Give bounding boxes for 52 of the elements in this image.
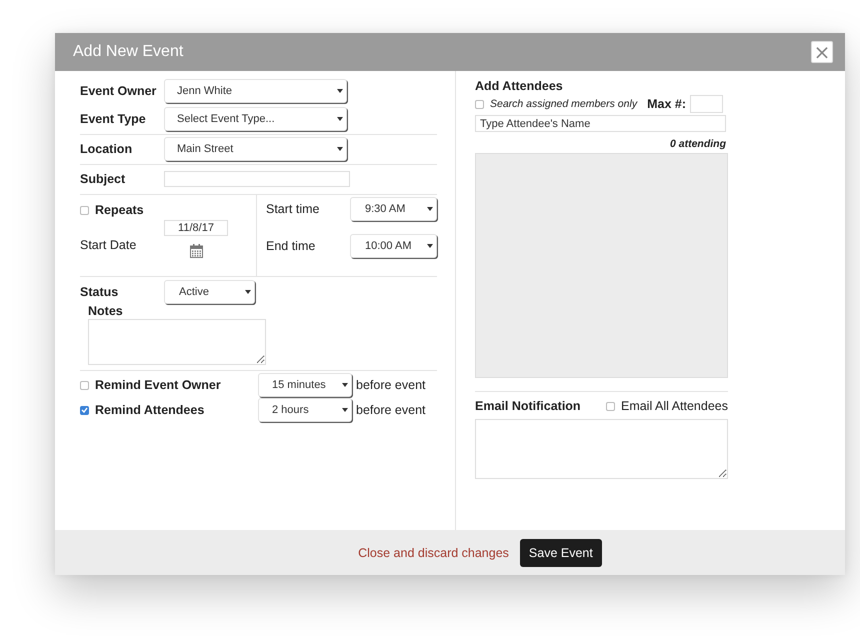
email-message-field[interactable] [475,419,728,479]
dropdown[interactable]: Main Street [164,137,347,161]
calendar-icon[interactable] [190,244,202,258]
date-field[interactable]: 11/8/17 [164,220,228,236]
caret-icon [342,408,348,413]
checkbox-label: Email All Attendees [620,399,728,413]
section-heading: Add Attendees [475,79,564,93]
checkbox[interactable] [80,406,89,414]
suffix-label: before event [356,378,426,392]
dropdown[interactable]: Jenn White [164,79,347,103]
discard-link[interactable]: Close and discard changes [358,546,509,560]
subject-field[interactable] [164,171,350,187]
field-label: Start Date [80,238,138,252]
field-label: Event Type [80,112,147,126]
dropdown[interactable]: 10:00 AM [350,234,437,258]
field-label: Start time [266,202,320,216]
field-label: Location [80,142,134,156]
field-label: End time [266,239,316,253]
caret-icon [337,117,343,122]
checkbox[interactable] [606,402,615,410]
caret-icon [427,207,433,212]
checkbox-label: Remind Event Owner [95,378,222,392]
close-button[interactable]: × [811,41,833,63]
attendee-name-field[interactable]: Type Attendee's Name [475,115,726,132]
checkbox-label: Search assigned members only [490,98,638,110]
field-label: Max #: [647,97,686,111]
dropdown[interactable]: 15 minutes [258,373,352,397]
caret-icon [427,244,433,249]
caret-icon [245,290,251,295]
field-label: Status [80,285,120,299]
checkbox-label: Remind Attendees [95,403,206,417]
checkbox[interactable] [80,206,89,214]
notes-field[interactable] [88,319,266,365]
checkbox[interactable] [80,380,89,390]
section-heading: Email Notification [475,399,581,413]
suffix-label: before event [356,403,426,417]
field-label: Event Owner [80,84,158,98]
attending-count: 0 attending [670,138,726,150]
checkbox-label: Repeats [95,203,145,217]
caret-icon [342,383,348,388]
dropdown[interactable]: Active [164,280,255,304]
dropdown[interactable]: 9:30 AM [350,197,437,221]
caret-icon [337,89,343,94]
dialog-title: Add New Event [73,43,184,61]
checkbox[interactable] [475,100,484,108]
field-label: Notes [88,304,124,318]
dropdown[interactable]: Select Event Type... [164,107,347,131]
dropdown[interactable]: 2 hours [258,398,352,422]
max-field[interactable] [690,95,723,113]
save-button[interactable]: Save Event [520,538,602,566]
caret-icon [337,147,343,152]
field-label: Subject [80,172,126,186]
